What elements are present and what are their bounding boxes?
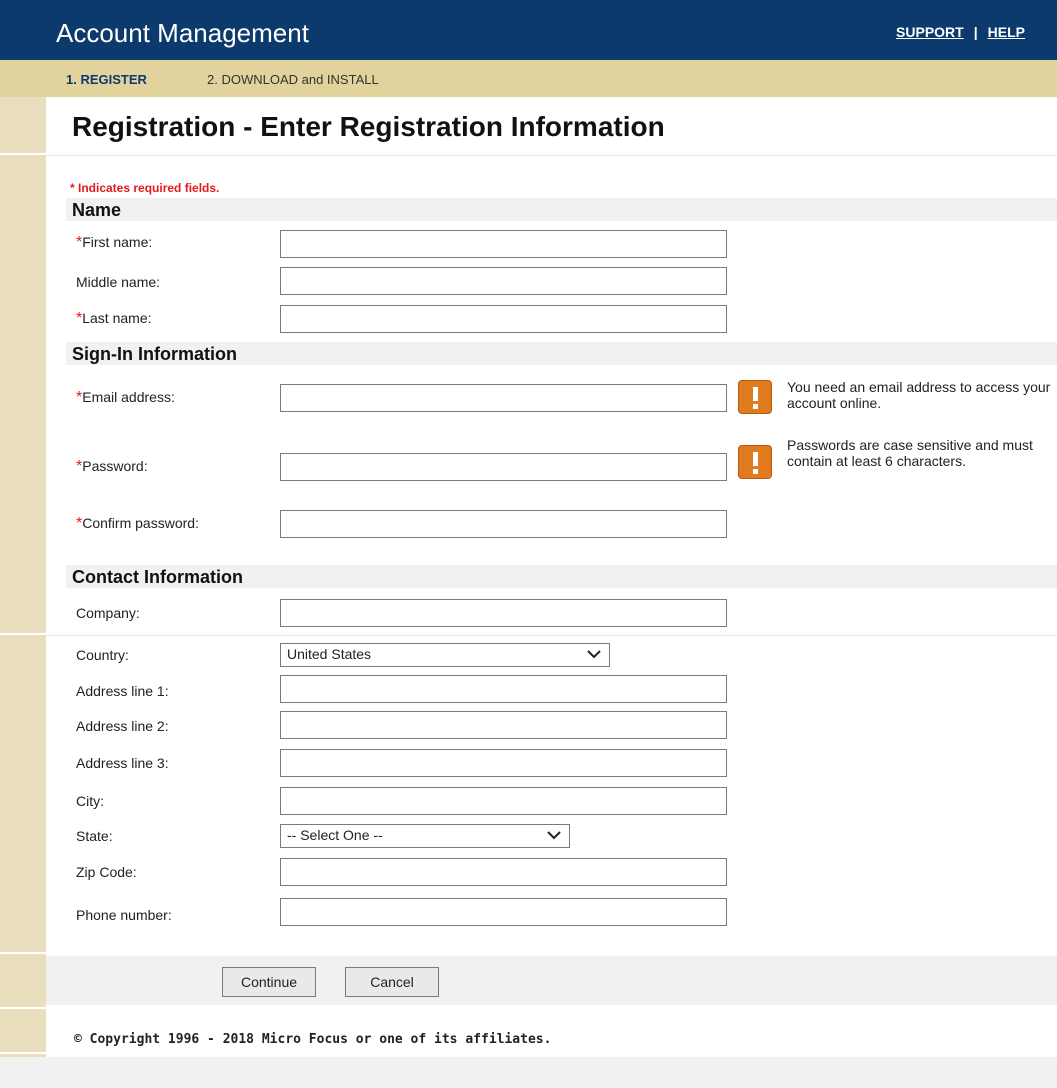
bar-divider [0, 633, 46, 635]
company-input[interactable] [280, 599, 727, 627]
email-input[interactable] [280, 384, 727, 412]
app-title: Account Management [56, 18, 309, 48]
company-label: Company: [76, 605, 140, 621]
registration-form: Registration - Enter Registration Inform… [46, 97, 1057, 1057]
country-selected-value: United States [287, 646, 372, 662]
section-contact: Contact Information [66, 565, 1057, 588]
page-title: Registration - Enter Registration Inform… [72, 111, 665, 142]
cancel-button[interactable]: Cancel [345, 967, 439, 997]
middle-name-label: Middle name: [76, 274, 161, 290]
country-label: Country: [76, 647, 129, 663]
address3-label: Address line 3: [76, 755, 169, 771]
state-selected-value: -- Select One -- [287, 827, 383, 843]
section-title: Name [72, 200, 122, 220]
header-links: SUPPORT | HELP [896, 24, 1025, 40]
password-label: *Password: [76, 458, 148, 475]
first-name-input[interactable] [280, 230, 727, 258]
city-input[interactable] [280, 787, 727, 815]
state-label: State: [76, 828, 113, 844]
chevron-down-icon [547, 831, 561, 840]
address2-input[interactable] [280, 711, 727, 739]
divider [46, 155, 1057, 156]
warning-icon [738, 380, 772, 414]
address2-label: Address line 2: [76, 718, 169, 734]
address1-label: Address line 1: [76, 683, 169, 699]
bar-divider [0, 952, 46, 954]
phone-input[interactable] [280, 898, 727, 926]
step-register: 1. REGISTER [66, 72, 147, 87]
link-separator: | [973, 24, 978, 40]
state-select[interactable]: -- Select One -- [280, 824, 570, 848]
address3-input[interactable] [280, 749, 727, 777]
support-link[interactable]: SUPPORT [896, 24, 964, 40]
city-label: City: [76, 793, 104, 809]
section-title: Sign-In Information [72, 344, 237, 364]
section-title: Contact Information [72, 567, 243, 587]
confirm-password-label: *Confirm password: [76, 515, 199, 532]
button-bar: Continue Cancel [46, 956, 1057, 1005]
section-signin: Sign-In Information [66, 342, 1057, 365]
email-label: *Email address: [76, 389, 175, 406]
address1-input[interactable] [280, 675, 727, 703]
zip-label: Zip Code: [76, 864, 137, 880]
zip-input[interactable] [280, 858, 727, 886]
divider [46, 635, 1057, 636]
phone-label: Phone number: [76, 907, 172, 923]
warning-icon [738, 445, 772, 479]
continue-button[interactable]: Continue [222, 967, 316, 997]
chevron-down-icon [587, 650, 601, 659]
country-select[interactable]: United States [280, 643, 610, 667]
last-name-input[interactable] [280, 305, 727, 333]
section-name: Name [66, 198, 1057, 221]
password-input[interactable] [280, 453, 727, 481]
steps-bar: 1. REGISTER 2. DOWNLOAD and INSTALL [0, 60, 1057, 97]
confirm-password-input[interactable] [280, 510, 727, 538]
middle-name-input[interactable] [280, 267, 727, 295]
copyright-text: © Copyright 1996 - 2018 Micro Focus or o… [74, 1032, 552, 1047]
step-download-install: 2. DOWNLOAD and INSTALL [207, 72, 379, 87]
help-link[interactable]: HELP [988, 24, 1025, 40]
first-name-label: *First name: [76, 234, 153, 251]
left-decorative-bar [0, 97, 46, 1057]
bar-divider [0, 1007, 46, 1009]
bar-divider [0, 153, 46, 155]
required-note: * Indicates required fields. [70, 181, 220, 195]
password-hint: Passwords are case sensitive and must co… [787, 437, 1033, 469]
app-header: Account Management SUPPORT | HELP [0, 0, 1057, 60]
last-name-label: *Last name: [76, 310, 152, 327]
bar-divider [0, 1052, 46, 1054]
email-hint: You need an email address to access your… [787, 379, 1051, 411]
